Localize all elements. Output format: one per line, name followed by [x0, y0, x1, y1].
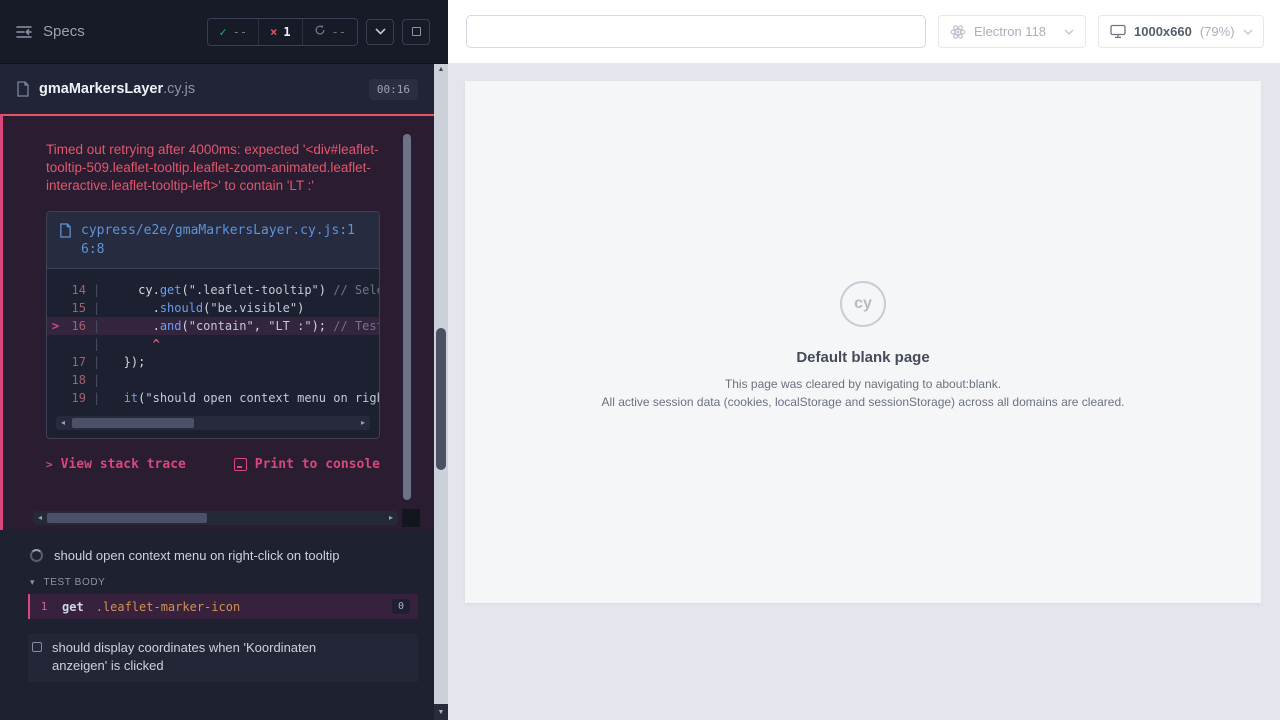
viewport-selector[interactable]: 1000x660 (79%): [1098, 15, 1264, 48]
aut-page-title: Default blank page: [465, 349, 1261, 366]
stat-passed: ✓ --: [208, 19, 258, 45]
print-to-console-button[interactable]: Print to console: [234, 457, 380, 472]
aut-preview-area: cy Default blank page This page was clea…: [448, 64, 1280, 720]
error-scrollbar-thumb[interactable]: [47, 513, 207, 523]
stop-icon: [412, 27, 421, 36]
code-frame: cypress/e2e/gmaMarkersLayer.cy.js:16:8 1…: [46, 211, 380, 439]
test-stats: ✓ -- × 1 --: [207, 18, 358, 46]
specs-label: Specs: [43, 23, 85, 40]
command-number: 1: [34, 600, 54, 613]
pending-count: --: [332, 25, 346, 39]
test-item-running[interactable]: should open context menu on right-click …: [0, 544, 434, 566]
spec-name-base: gmaMarkersLayer: [39, 81, 163, 97]
viewport-size: 1000x660: [1134, 24, 1192, 39]
check-icon: ✓: [219, 25, 226, 39]
url-input[interactable]: [466, 15, 926, 48]
print-to-console-label: Print to console: [255, 457, 380, 472]
reporter-header: Specs ✓ -- × 1 --: [0, 0, 448, 64]
console-icon: [234, 458, 247, 471]
command-log-row[interactable]: 1 get .leaflet-marker-icon 0: [28, 594, 418, 619]
command-method: get: [62, 600, 84, 614]
test-title: should open context menu on right-click …: [54, 548, 339, 563]
reporter-scrollbar-thumb[interactable]: [436, 328, 446, 470]
code-scrollbar-thumb[interactable]: [72, 418, 194, 428]
test-error-panel: Timed out retrying after 4000ms: expecte…: [0, 114, 434, 530]
reporter-scrollbar[interactable]: ▲ ▼: [434, 64, 448, 720]
spinner-icon: [30, 549, 43, 562]
reporter-header-controls: ✓ -- × 1 --: [207, 18, 430, 46]
section-chevron-icon: ▾: [30, 577, 35, 588]
error-scrollbar-vertical[interactable]: [403, 134, 411, 500]
browser-selector[interactable]: Electron 118: [938, 15, 1086, 48]
reporter-panel: gmaMarkersLayer.cy.js 00:16 Timed out re…: [0, 64, 434, 720]
pending-square-icon: [32, 642, 42, 652]
stat-failed: × 1: [258, 19, 301, 45]
error-message: Timed out retrying after 4000ms: expecte…: [46, 141, 382, 195]
passed-count: --: [233, 25, 247, 39]
chevron-down-icon: [1064, 29, 1074, 35]
test-body-section-toggle[interactable]: ▾ TEST BODY: [0, 573, 434, 591]
aut-page: cy Default blank page This page was clea…: [465, 81, 1261, 603]
scrollbar-corner: [402, 509, 420, 527]
chevron-down-icon: [1243, 29, 1253, 35]
cypress-logo: cy: [840, 281, 886, 327]
refresh-icon: [314, 24, 326, 39]
aut-page-message-1: This page was cleared by navigating to a…: [465, 377, 1261, 391]
command-count-badge: 0: [392, 599, 410, 614]
cross-icon: ×: [270, 26, 277, 38]
spec-duration-badge: 00:16: [369, 79, 418, 100]
error-scrollbar-horizontal[interactable]: ◂ ▸: [33, 511, 398, 525]
scroll-right-arrow-icon[interactable]: ▸: [385, 511, 397, 525]
spec-header: gmaMarkersLayer.cy.js 00:16: [0, 64, 434, 114]
code-frame-file-link[interactable]: cypress/e2e/gmaMarkersLayer.cy.js:16:8: [81, 221, 367, 259]
scroll-right-arrow-icon[interactable]: ▸: [357, 416, 369, 430]
viewport-scale: (79%): [1200, 24, 1235, 39]
monitor-icon: [1110, 24, 1126, 39]
stat-pending: --: [302, 19, 357, 45]
code-lines: 14| cy.get(".leaflet-tooltip") // Sele 1…: [47, 269, 379, 409]
scroll-up-arrow-icon[interactable]: ▲: [434, 66, 448, 73]
code-scrollbar-horizontal[interactable]: ◂ ▸: [56, 416, 370, 430]
scroll-down-arrow-icon[interactable]: ▼: [434, 704, 448, 720]
spec-file-icon: [16, 81, 30, 97]
code-file-icon: [59, 223, 72, 238]
test-title: should display coordinates when 'Koordin…: [52, 639, 374, 675]
stop-button[interactable]: [402, 19, 430, 45]
test-item-pending[interactable]: should display coordinates when 'Koordin…: [28, 634, 418, 682]
stack-chevron-icon: >: [46, 458, 53, 471]
code-frame-header: cypress/e2e/gmaMarkersLayer.cy.js:16:8: [47, 212, 379, 269]
spec-name: gmaMarkersLayer.cy.js: [39, 81, 195, 97]
aut-header: Electron 118 1000x660 (79%): [448, 0, 1280, 64]
specs-menu-icon[interactable]: [16, 25, 33, 39]
command-message: .leaflet-marker-icon: [96, 600, 392, 614]
cypress-runner-window: Specs ✓ -- × 1 --: [0, 0, 1280, 720]
scroll-left-arrow-icon[interactable]: ◂: [34, 511, 46, 525]
error-actions-row: > View stack trace Print to console: [46, 457, 380, 472]
scroll-left-arrow-icon[interactable]: ◂: [57, 416, 69, 430]
electron-icon: [950, 24, 966, 40]
failed-count: 1: [283, 25, 290, 39]
test-body-label: TEST BODY: [44, 577, 106, 588]
aut-page-message-2: All active session data (cookies, localS…: [465, 395, 1261, 409]
aut-page-content: cy Default blank page This page was clea…: [465, 81, 1261, 409]
spec-name-ext: .cy.js: [163, 81, 195, 97]
collapse-tests-button[interactable]: [366, 19, 394, 45]
browser-label: Electron 118: [974, 24, 1056, 39]
view-stack-trace-label: View stack trace: [61, 457, 186, 472]
view-stack-trace-button[interactable]: > View stack trace: [46, 457, 186, 472]
chevron-down-icon: [375, 28, 386, 35]
